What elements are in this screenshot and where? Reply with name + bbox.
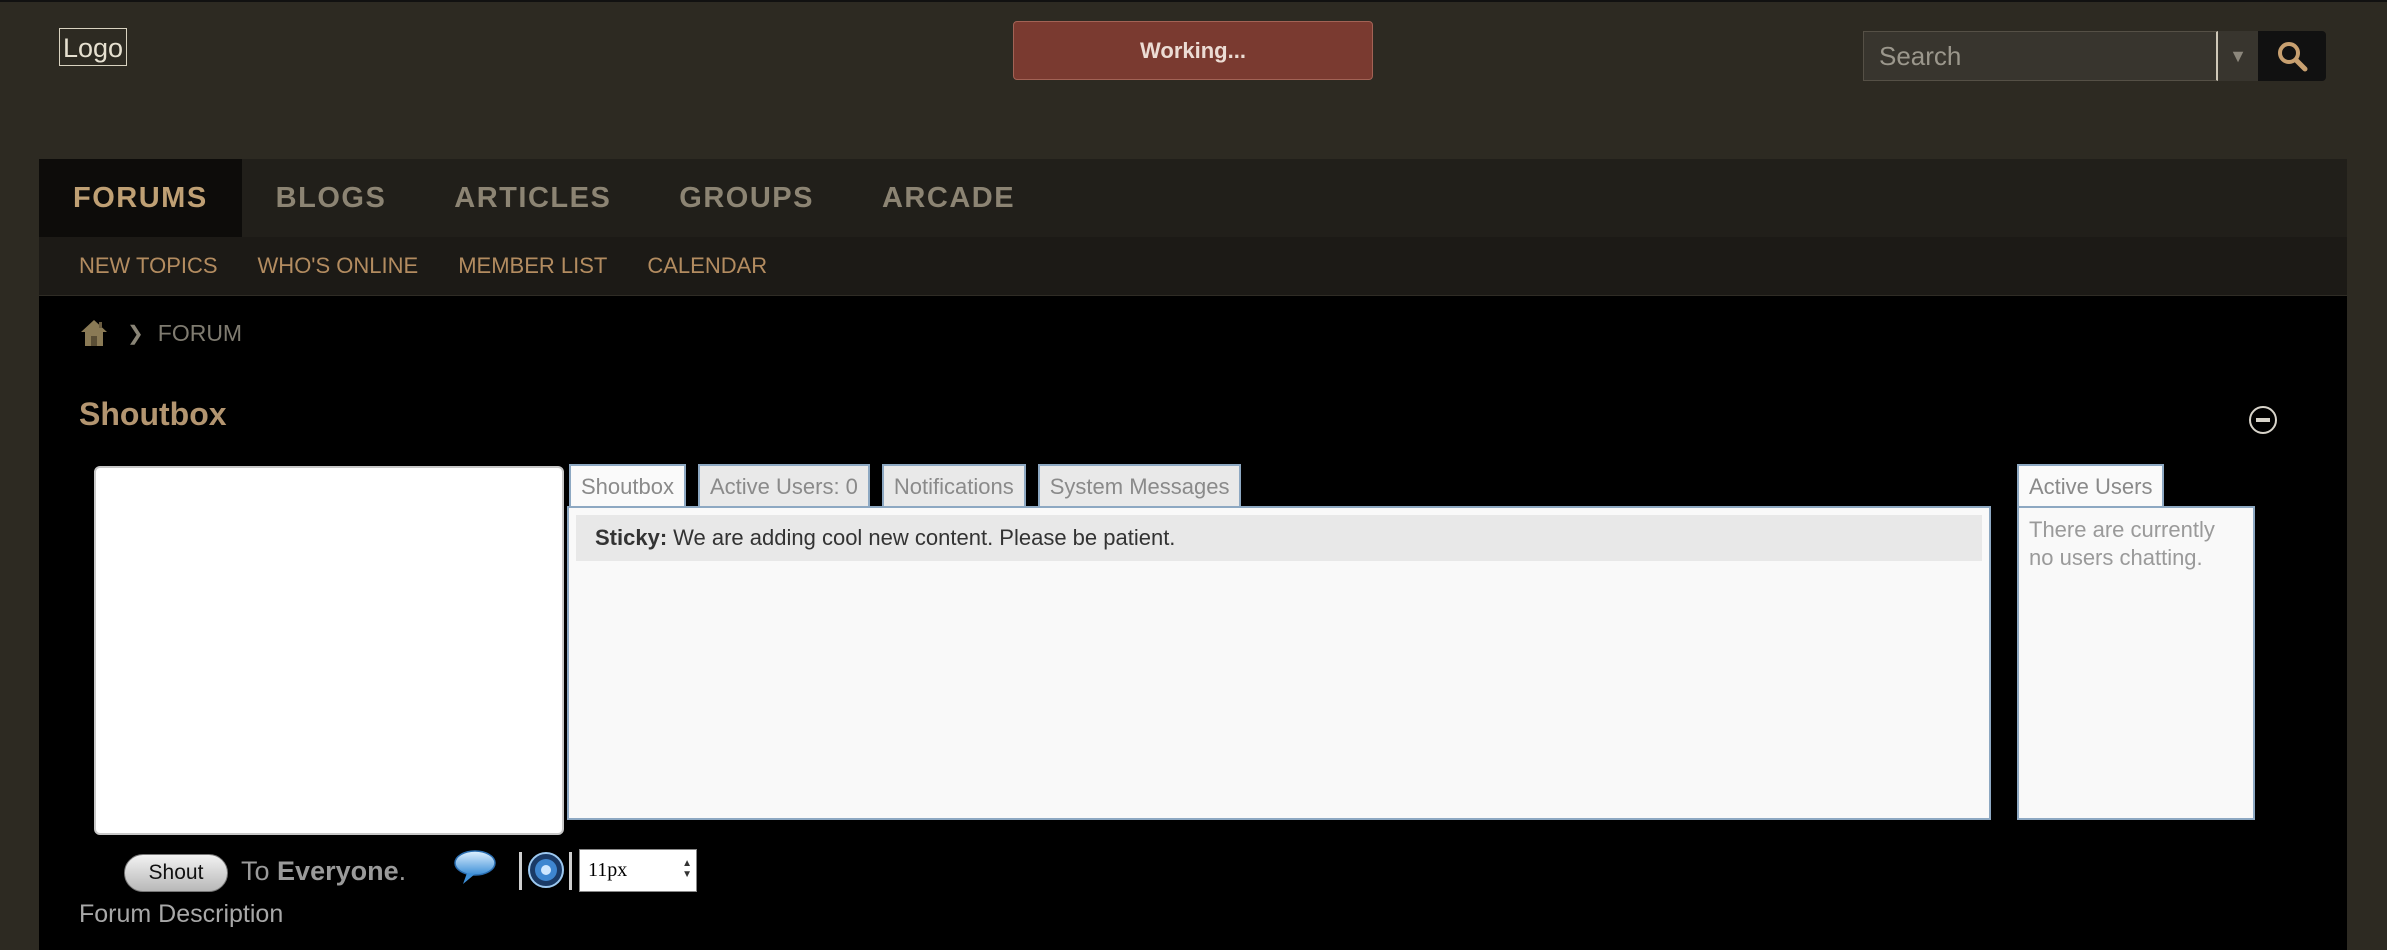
font-size-select[interactable]: 11px ▲ ▼: [579, 849, 697, 892]
main-nav: FORUMS BLOGS ARTICLES GROUPS ARCADE: [39, 159, 2347, 237]
shout-button[interactable]: Shout: [124, 854, 228, 892]
search-icon: [2278, 42, 2308, 72]
sticky-label: Sticky:: [595, 525, 668, 550]
subnav-member-list[interactable]: MEMBER LIST: [458, 253, 607, 279]
nav-articles[interactable]: ARTICLES: [420, 159, 645, 237]
stepper-icon: ▲ ▼: [682, 858, 692, 880]
toolbar-divider: [569, 852, 572, 890]
font-size-value: 11px: [588, 859, 628, 881]
breadcrumb-current[interactable]: FORUM: [158, 320, 242, 347]
shout-recipient: To Everyone.: [241, 856, 406, 887]
caret-down-icon: ▼: [2229, 45, 2247, 66]
sound-icon[interactable]: [526, 850, 566, 890]
subnav-new-topics[interactable]: NEW TOPICS: [79, 253, 218, 279]
subnav-whos-online[interactable]: WHO'S ONLINE: [258, 253, 419, 279]
shout-messages-panel: Sticky: We are adding cool new content. …: [567, 506, 1991, 820]
breadcrumb: ❯ FORUM: [79, 318, 242, 348]
to-prefix: To: [241, 856, 270, 886]
search-button[interactable]: [2258, 31, 2326, 81]
tab-active-users[interactable]: Active Users: 0: [697, 464, 870, 507]
tab-shoutbox[interactable]: Shoutbox: [569, 464, 686, 507]
active-users-panel: There are currently no users chatting.: [2017, 506, 2255, 820]
to-suffix: .: [398, 856, 407, 886]
search-input[interactable]: [1863, 31, 2218, 81]
collapse-icon[interactable]: [2249, 406, 2277, 434]
shoutbox-title: Shoutbox: [79, 396, 227, 432]
main-content: ❯ FORUM Shoutbox Shoutbox Active Users: …: [39, 296, 2347, 950]
sticky-text: We are adding cool new content. Please b…: [673, 525, 1176, 550]
tab-system-messages[interactable]: System Messages: [1037, 464, 1242, 507]
forum-description: Forum Description: [79, 900, 284, 928]
nav-groups[interactable]: GROUPS: [645, 159, 848, 237]
toolbar-divider: [519, 852, 522, 890]
search-bar: ▼: [1863, 31, 2326, 81]
working-indicator: Working...: [1013, 21, 1373, 80]
tab-notifications[interactable]: Notifications: [881, 464, 1026, 507]
tab-active-users-side[interactable]: Active Users: [2017, 464, 2165, 507]
speech-bubble-icon[interactable]: [453, 848, 497, 888]
shout-editor[interactable]: [94, 466, 564, 835]
nav-blogs[interactable]: BLOGS: [242, 159, 421, 237]
shoutbox-tabs: Shoutbox Active Users: 0 Notifications S…: [569, 464, 1253, 507]
search-options-dropdown[interactable]: ▼: [2218, 31, 2258, 81]
to-target[interactable]: Everyone: [277, 856, 399, 886]
sub-nav: NEW TOPICS WHO'S ONLINE MEMBER LIST CALE…: [39, 237, 2347, 296]
home-icon[interactable]: [79, 318, 109, 348]
nav-arcade[interactable]: ARCADE: [848, 159, 1049, 237]
site-logo[interactable]: Logo: [59, 28, 128, 66]
sticky-message: Sticky: We are adding cool new content. …: [576, 515, 1982, 561]
chevron-right-icon: ❯: [127, 322, 144, 345]
nav-forums[interactable]: FORUMS: [39, 159, 242, 237]
top-border: [0, 0, 2387, 2]
subnav-calendar[interactable]: CALENDAR: [647, 253, 767, 279]
